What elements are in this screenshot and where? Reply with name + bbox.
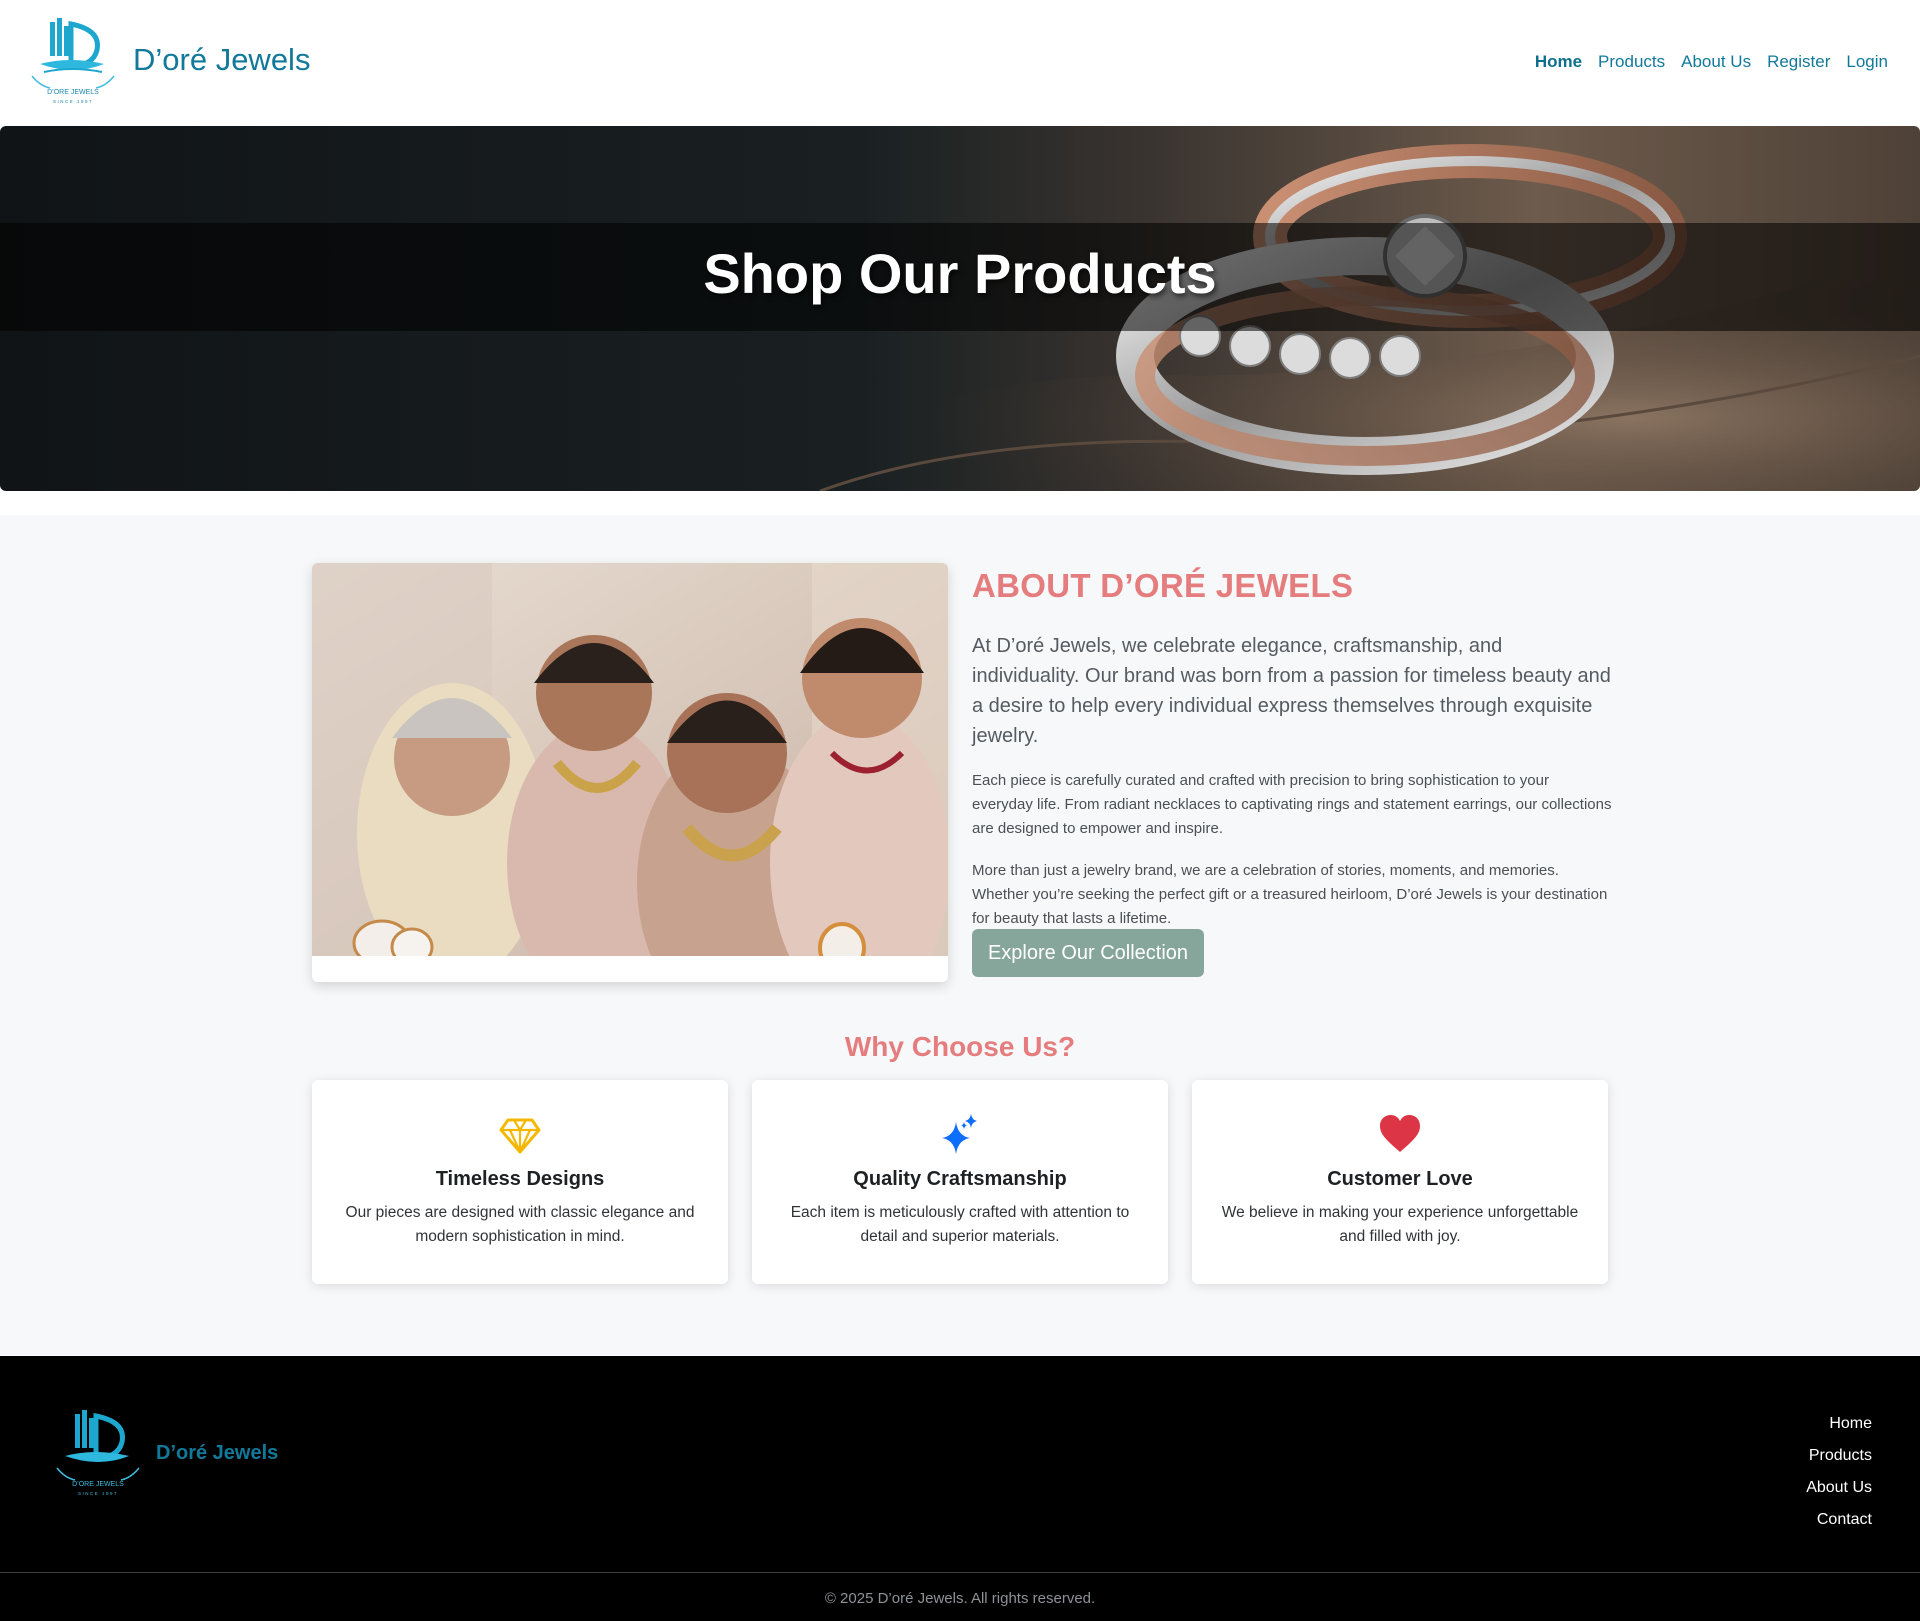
explore-collection-button[interactable]: Explore Our Collection	[972, 929, 1204, 977]
feature-card-quality: Quality Craftsmanship Each item is metic…	[752, 1080, 1168, 1284]
nav-home[interactable]: Home	[1535, 52, 1582, 72]
feature-title: Customer Love	[1327, 1168, 1473, 1190]
footer-logo-caption: D’ORE JEWELS	[72, 1481, 124, 1488]
nav-products[interactable]: Products	[1598, 52, 1665, 72]
copyright-text: © 2025 D’oré Jewels. All rights reserved…	[824, 1590, 1096, 1607]
navbar: D’ORE JEWELS SINCE 1997 D’oré Jewels Hom…	[0, 0, 1920, 126]
about-section: ABOUT D’ORÉ JEWELS At D’oré Jewels, we c…	[0, 515, 1920, 1355]
sparkles-icon	[942, 1114, 977, 1154]
feature-title: Timeless Designs	[435, 1168, 605, 1190]
about-paragraph-2: More than just a jewelry brand, we are a…	[972, 862, 1608, 927]
feature-description: We believe in making your experience unf…	[1221, 1204, 1579, 1245]
footer-logo[interactable]: D’ORE JEWELS SINCE 1997	[50, 1408, 146, 1500]
main-nav: Home Products About Us Register Login	[1535, 52, 1888, 72]
feature-description: Our pieces are designed with classic ele…	[345, 1204, 695, 1245]
footer-link-about-us[interactable]: About Us	[1806, 1472, 1872, 1504]
brand-logo[interactable]: D’ORE JEWELS SINCE 1997	[28, 16, 118, 108]
logo-caption: D’ORE JEWELS	[47, 89, 99, 96]
about-heading: ABOUT D’ORÉ JEWELS	[972, 567, 1354, 604]
about-paragraph-1: Each piece is carefully curated and craf…	[972, 772, 1612, 837]
feature-description: Each item is meticulously crafted with a…	[790, 1204, 1130, 1245]
why-choose-heading: Why Choose Us?	[844, 1031, 1076, 1062]
feature-card-customer-love: Customer Love We believe in making your …	[1192, 1080, 1608, 1284]
about-lead: At D’oré Jewels, we celebrate elegance, …	[972, 635, 1611, 747]
nav-about-us[interactable]: About Us	[1681, 52, 1751, 72]
footer-nav: Home Products About Us Contact	[1806, 1408, 1872, 1536]
footer-link-home[interactable]: Home	[1806, 1408, 1872, 1440]
heart-icon	[1380, 1115, 1420, 1152]
nav-register[interactable]: Register	[1767, 52, 1830, 72]
footer-divider	[0, 1572, 1920, 1573]
hero-title: Shop Our Products	[703, 242, 1217, 305]
footer-link-products[interactable]: Products	[1806, 1440, 1872, 1472]
footer-logo-tagline: SINCE 1997	[78, 1491, 118, 1496]
nav-login[interactable]: Login	[1846, 52, 1888, 72]
about-text: ABOUT D’ORÉ JEWELS At D’oré Jewels, we c…	[972, 567, 1612, 931]
logo-tagline: SINCE 1997	[53, 99, 93, 104]
footer: D’ORE JEWELS SINCE 1997 D’oré Jewels Hom…	[0, 1356, 1920, 1621]
feature-title: Quality Craftsmanship	[853, 1168, 1067, 1190]
feature-card-timeless: Timeless Designs Our pieces are designed…	[312, 1080, 728, 1284]
footer-brand-name[interactable]: D’oré Jewels	[156, 1442, 278, 1465]
footer-link-contact[interactable]: Contact	[1806, 1504, 1872, 1536]
hero-banner: Shop Our Products	[0, 126, 1920, 491]
brand-name[interactable]: D’oré Jewels	[133, 42, 310, 78]
about-image	[312, 563, 948, 982]
women-jewelry-photo	[312, 563, 948, 982]
gem-icon	[499, 1118, 541, 1154]
